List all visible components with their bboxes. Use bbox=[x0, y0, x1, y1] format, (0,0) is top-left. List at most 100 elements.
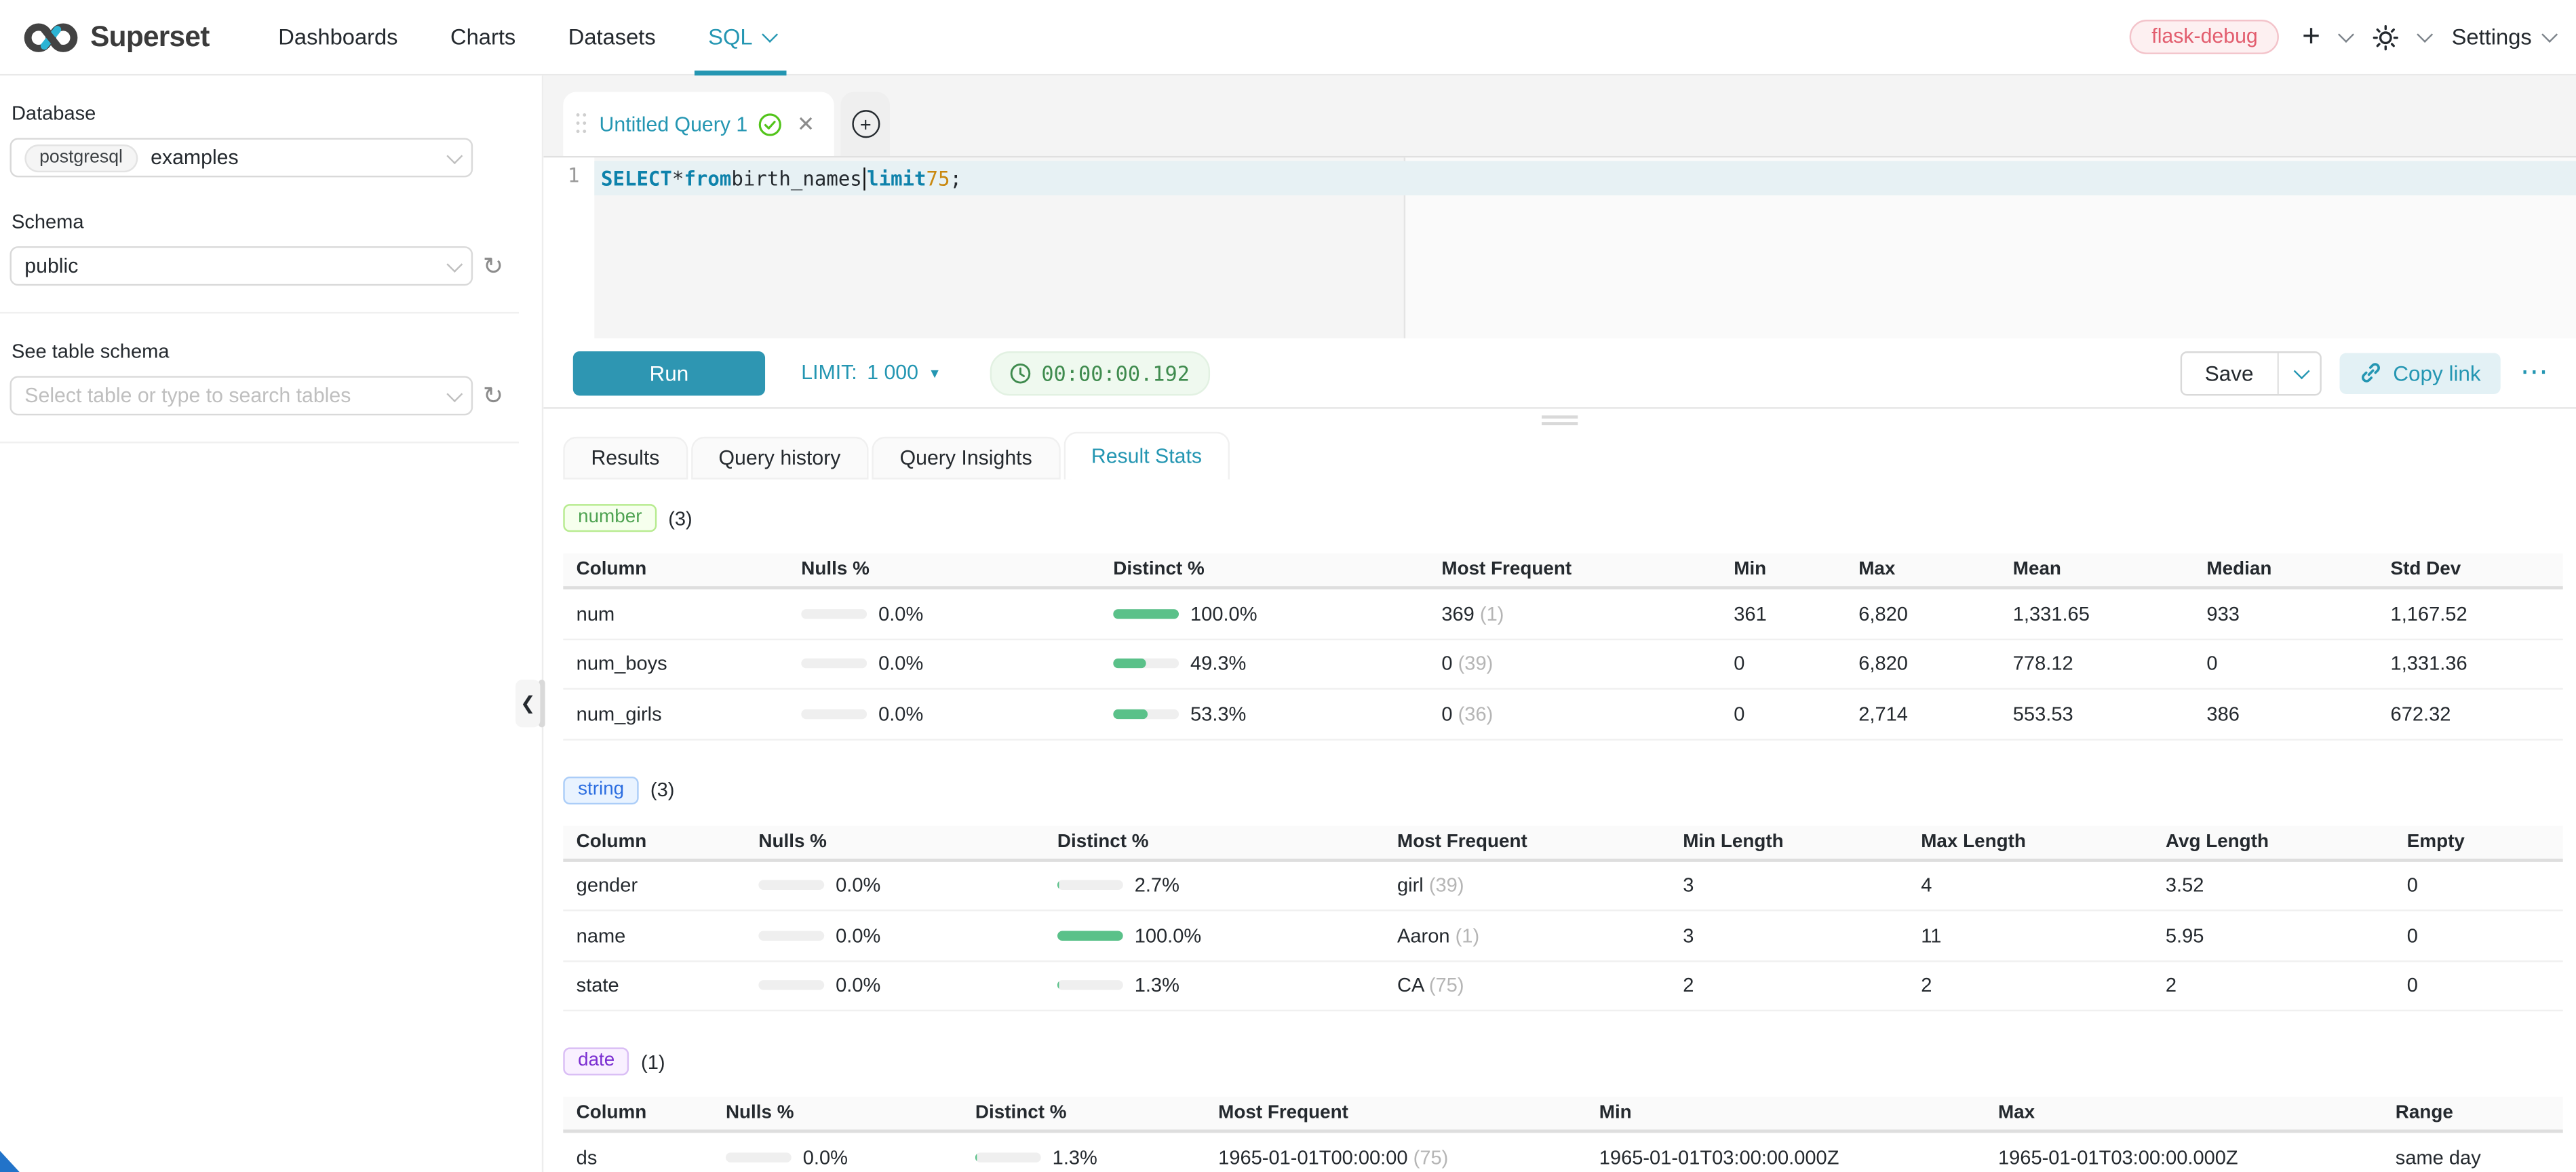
column-count: (3) bbox=[650, 778, 675, 801]
new-query-tab-button[interactable]: + bbox=[841, 92, 891, 156]
copy-link-button[interactable]: Copy link bbox=[2339, 352, 2500, 393]
stat-value-cell: 11 bbox=[1908, 924, 2153, 947]
column-header-cell: Max bbox=[1846, 560, 2000, 579]
stat-value-cell: 0 bbox=[2193, 652, 2377, 676]
nav-item-datasets[interactable]: Datasets bbox=[542, 0, 682, 75]
active-nav-underline bbox=[695, 70, 787, 75]
percent-label: 0.0% bbox=[803, 1146, 848, 1169]
run-button[interactable]: Run bbox=[573, 351, 765, 395]
progress-bar-track bbox=[1113, 659, 1179, 669]
tab-result-stats[interactable]: Result Stats bbox=[1063, 432, 1230, 480]
stats-section-date: date(1)ColumnNulls %Distinct %Most Frequ… bbox=[563, 1047, 2562, 1172]
limit-value: 1 000 bbox=[867, 362, 918, 385]
database-value: examples bbox=[151, 146, 446, 169]
new-item-button[interactable]: + bbox=[2302, 19, 2349, 55]
tab-results[interactable]: Results bbox=[563, 437, 687, 480]
table-select-placeholder: Select table or type to search tables bbox=[24, 384, 446, 407]
column-header-cell: Empty bbox=[2394, 832, 2562, 851]
progress-bar-track bbox=[1057, 931, 1123, 941]
chevron-down-icon bbox=[446, 256, 463, 272]
stat-value-cell: 0 bbox=[2394, 874, 2562, 897]
save-options-caret[interactable] bbox=[2276, 352, 2319, 393]
splitter-drag-handle[interactable] bbox=[1542, 415, 1578, 428]
percent-bar-cell: 0.0% bbox=[745, 874, 1045, 897]
limit-label: LIMIT: bbox=[801, 362, 857, 385]
progress-bar-track bbox=[801, 659, 867, 669]
editor-gutter: 1 bbox=[543, 157, 594, 338]
database-select[interactable]: postgresql examples bbox=[10, 138, 473, 177]
sql-code-line[interactable]: SELECT * from birth_names limit 75; bbox=[594, 161, 2576, 195]
sidebar-divider bbox=[0, 312, 519, 313]
save-button[interactable]: Save bbox=[2182, 352, 2277, 393]
percent-label: 100.0% bbox=[1135, 924, 1202, 947]
most-frequent-count: (75) bbox=[1408, 1146, 1449, 1169]
schema-select[interactable]: public bbox=[10, 246, 473, 286]
refresh-schemas-icon[interactable]: ↻ bbox=[483, 254, 503, 278]
stat-row-state: state0.0%1.3%CA (75)2220 bbox=[563, 961, 2562, 1011]
results-pane: Results Query history Query Insights Res… bbox=[543, 432, 2576, 1172]
most-frequent-value: CA bbox=[1397, 974, 1424, 997]
stat-value-cell: 553.53 bbox=[1999, 702, 2193, 725]
column-header-cell: Min bbox=[1586, 1103, 1985, 1123]
progress-bar-track bbox=[1113, 608, 1179, 619]
table-select[interactable]: Select table or type to search tables bbox=[10, 376, 473, 415]
link-icon bbox=[2358, 362, 2381, 385]
most-frequent-count: (1) bbox=[1475, 602, 1504, 625]
progress-bar-track bbox=[758, 981, 824, 991]
sql-token: ; bbox=[950, 167, 962, 190]
theme-toggle-button[interactable] bbox=[2373, 24, 2428, 50]
tab-query-history[interactable]: Query history bbox=[690, 437, 868, 480]
pane-splitter bbox=[543, 409, 2576, 432]
query-tab-untitled-query-1[interactable]: Untitled Query 1 ✕ bbox=[563, 92, 834, 156]
nav-item-sql[interactable]: SQL bbox=[682, 0, 800, 75]
percent-bar-cell: 0.0% bbox=[788, 652, 1100, 676]
column-name-cell: ds bbox=[563, 1146, 712, 1169]
nav-item-dashboards[interactable]: Dashboards bbox=[252, 0, 425, 75]
percent-bar-cell: 0.0% bbox=[788, 602, 1100, 625]
column-header-cell: Avg Length bbox=[2153, 832, 2394, 851]
refresh-tables-icon[interactable]: ↻ bbox=[483, 383, 503, 408]
stat-value-cell: 2 bbox=[2153, 974, 2394, 997]
column-header-cell: Column bbox=[563, 560, 788, 579]
settings-menu[interactable]: Settings bbox=[2452, 24, 2554, 49]
tab-query-insights[interactable]: Query Insights bbox=[872, 437, 1059, 480]
sql-editor-panel: Untitled Query 1 ✕ + 1 bbox=[543, 75, 2576, 1172]
most-frequent-value: 369 bbox=[1441, 602, 1474, 625]
stat-value-cell: 0 bbox=[2394, 924, 2562, 947]
stat-value-cell: 361 bbox=[1721, 602, 1846, 625]
progress-bar-track bbox=[758, 880, 824, 891]
sun-icon bbox=[2373, 24, 2399, 50]
stat-value-cell: 3 bbox=[1670, 874, 1908, 897]
percent-bar-cell: 0.0% bbox=[745, 924, 1045, 947]
column-header-cell: Column bbox=[563, 1103, 712, 1123]
editor-body[interactable]: SELECT * from birth_names limit 75; bbox=[594, 157, 2576, 338]
percent-label: 0.0% bbox=[878, 702, 923, 725]
stat-value-cell: 2 bbox=[1908, 974, 2153, 997]
limit-dropdown[interactable]: LIMIT: 1 000 ▼ bbox=[801, 362, 941, 385]
most-frequent-value: 1965-01-01T00:00:00 bbox=[1218, 1146, 1407, 1169]
progress-bar-track bbox=[726, 1152, 792, 1163]
superset-logo[interactable]: Superset bbox=[23, 19, 210, 55]
more-actions-button[interactable]: ⋯ bbox=[2520, 356, 2550, 389]
column-count: (1) bbox=[641, 1050, 665, 1073]
progress-bar-fill bbox=[1113, 659, 1146, 669]
drag-handle-icon[interactable] bbox=[577, 113, 588, 134]
chevron-down-icon bbox=[2292, 362, 2309, 378]
close-tab-icon[interactable]: ✕ bbox=[797, 111, 815, 137]
stat-value-cell: 933 bbox=[2193, 602, 2377, 625]
progress-bar-track bbox=[758, 931, 824, 941]
progress-bar-track bbox=[1113, 709, 1179, 719]
chevron-down-icon bbox=[2541, 26, 2558, 43]
column-header-cell: Nulls % bbox=[788, 560, 1100, 579]
stat-value-cell: 386 bbox=[2193, 702, 2377, 725]
percent-label: 0.0% bbox=[878, 652, 923, 676]
stat-row-num: num0.0%100.0%369 (1)3616,8201,331.659331… bbox=[563, 589, 2562, 640]
nav-item-charts[interactable]: Charts bbox=[424, 0, 542, 75]
collapse-sidebar-button[interactable]: ❮ bbox=[515, 680, 540, 727]
most-frequent-count: (39) bbox=[1424, 874, 1464, 897]
progress-bar-track bbox=[1057, 880, 1123, 891]
sql-code-editor[interactable]: 1 SELECT * from birth_names limit 75; bbox=[543, 157, 2576, 338]
column-header-cell: Min Length bbox=[1670, 832, 1908, 851]
percent-label: 100.0% bbox=[1190, 602, 1257, 625]
section-badge-row: date(1) bbox=[563, 1047, 2562, 1075]
